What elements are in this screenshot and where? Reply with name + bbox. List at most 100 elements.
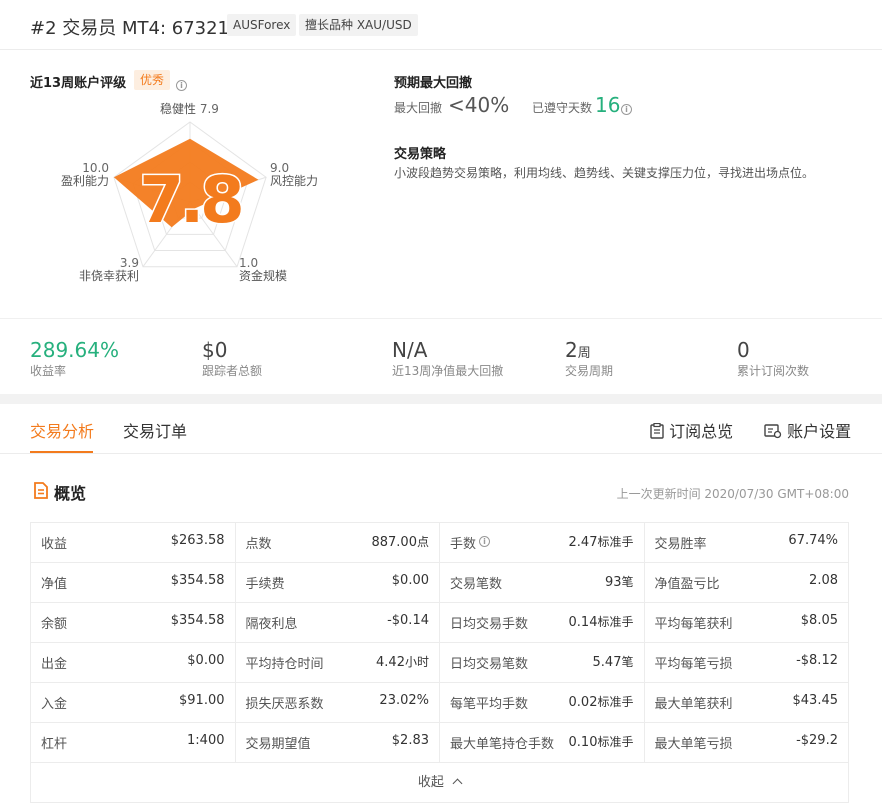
rating-info-icon[interactable]: i bbox=[176, 75, 187, 94]
metric-value: 5.47笔 bbox=[592, 655, 634, 670]
metric-label: 入金 bbox=[41, 697, 68, 712]
radar-label-profit: 10.0 盈利能力 bbox=[60, 161, 109, 188]
metric-cell: 净值盈亏比 2.08 bbox=[643, 562, 849, 603]
metric-value: 0.10标准手 bbox=[568, 735, 634, 750]
metric-cell: 日均交易笔数 5.47笔 bbox=[439, 642, 645, 683]
subscription-overview-link[interactable]: 订阅总览 bbox=[650, 418, 733, 442]
metric-label: 日均交易手数 bbox=[450, 617, 529, 632]
account-settings-link[interactable]: 账户设置 bbox=[764, 418, 851, 442]
strategy-title: 交易策略 bbox=[394, 147, 447, 162]
document-icon bbox=[34, 482, 48, 499]
metric-cell: 入金 $91.00 bbox=[30, 682, 236, 723]
metric-label: 收益 bbox=[41, 537, 68, 552]
metric-label: 平均每笔亏损 bbox=[654, 657, 733, 672]
account-settings-label: 账户设置 bbox=[787, 422, 852, 441]
rating-score: 7.8 bbox=[139, 164, 241, 238]
metric-value: 887.00点 bbox=[371, 535, 429, 550]
metric-label: 交易笔数 bbox=[450, 577, 503, 592]
stat-return: 289.64% 收益率 bbox=[30, 338, 119, 379]
metric-unit: 标准手 bbox=[597, 735, 634, 749]
metric-cell: 平均每笔获利 $8.05 bbox=[643, 602, 849, 643]
drawdown-title: 预期最大回撤 bbox=[394, 76, 473, 91]
metric-label: 隔夜利息 bbox=[245, 617, 298, 632]
metric-label: 损失厌恶系数 bbox=[245, 697, 324, 712]
metric-value: 0.14标准手 bbox=[568, 615, 634, 630]
metric-unit: 点 bbox=[416, 535, 429, 549]
stat-value: N/A bbox=[392, 338, 428, 362]
metric-value: $0.00 bbox=[391, 573, 429, 588]
stat-label: 跟踪者总额 bbox=[202, 364, 263, 378]
metric-cell: 交易胜率 67.74% bbox=[643, 522, 849, 563]
metric-cell: 交易期望值 $2.83 bbox=[234, 722, 440, 763]
metric-label: 净值 bbox=[41, 577, 68, 592]
tab-trade-analysis[interactable]: 交易分析 bbox=[30, 418, 94, 442]
metric-cell: 点数 887.00点 bbox=[234, 522, 440, 563]
metric-value: -$0.14 bbox=[387, 613, 429, 628]
metric-label: 手续费 bbox=[245, 577, 285, 592]
stat-label: 交易周期 bbox=[565, 364, 614, 378]
stat-trading-period: 2周 交易周期 bbox=[565, 338, 613, 379]
overview-title: 概览 bbox=[54, 484, 87, 503]
metric-label: 余额 bbox=[41, 617, 68, 632]
metric-cell: 最大单笔亏损 -$29.2 bbox=[643, 722, 849, 763]
metric-cell: 日均交易手数 0.14标准手 bbox=[439, 602, 645, 643]
metric-label: 手数 bbox=[450, 537, 477, 552]
metric-cell: 出金 $0.00 bbox=[30, 642, 236, 683]
days-complied-value: 16 bbox=[595, 93, 621, 117]
radar-label-risk-control: 9.0 风控能力 bbox=[270, 161, 319, 188]
metric-value: $354.58 bbox=[170, 613, 225, 628]
table-row: 净值 $354.58 手续费 $0.00 交易笔数 93笔 净值盈亏比 2.08 bbox=[30, 562, 849, 603]
stat-label: 累计订阅次数 bbox=[737, 364, 810, 378]
stat-follower-total: $0 跟踪者总额 bbox=[202, 338, 262, 379]
metric-value: 2.47标准手 bbox=[568, 535, 634, 550]
radar-label-stability: 稳健性 7.9 bbox=[160, 102, 219, 116]
metric-cell: 手数 i 2.47标准手 bbox=[439, 522, 645, 563]
trader-title: #2 交易员 MT4: 6732139 bbox=[30, 18, 252, 39]
section-divider bbox=[0, 394, 882, 404]
metric-cell: 损失厌恶系数 23.02% bbox=[234, 682, 440, 723]
metric-unit: 标准手 bbox=[597, 695, 634, 709]
stat-value: 2周 bbox=[565, 338, 591, 362]
table-row: 杠杆 1:400 交易期望值 $2.83 最大单笔持仓手数 0.10标准手 最大单笔亏损 -$… bbox=[30, 722, 849, 763]
metric-label: 平均每笔获利 bbox=[654, 617, 733, 632]
tab-trade-orders[interactable]: 交易订单 bbox=[123, 418, 187, 442]
metric-value: $91.00 bbox=[179, 693, 225, 708]
account-settings-icon bbox=[764, 424, 782, 439]
days-complied-label: 已遵守天数 bbox=[532, 101, 593, 115]
metric-value: 93笔 bbox=[604, 575, 634, 590]
metric-value: 2.08 bbox=[809, 573, 838, 588]
info-icon[interactable]: i bbox=[479, 536, 491, 547]
metric-cell: 平均持仓时间 4.42小时 bbox=[234, 642, 440, 683]
stat-equity-drawdown: N/A 近13周净值最大回撤 bbox=[392, 338, 503, 379]
metric-label: 日均交易笔数 bbox=[450, 657, 529, 672]
metric-label: 杠杆 bbox=[41, 737, 68, 752]
metric-value: 0.02标准手 bbox=[568, 695, 634, 710]
stat-label: 收益率 bbox=[30, 364, 67, 378]
radar-label-fund-size: 1.0 资金规模 bbox=[239, 256, 288, 283]
metric-unit: 笔 bbox=[621, 575, 634, 589]
clipboard-icon bbox=[650, 422, 664, 439]
metric-label: 最大单笔获利 bbox=[654, 697, 733, 712]
metric-cell: 最大单笔持仓手数 0.10标准手 bbox=[439, 722, 645, 763]
table-row: 出金 $0.00 平均持仓时间 4.42小时 日均交易笔数 5.47笔 平均每笔亏损 -$8.… bbox=[30, 642, 849, 683]
strategy-text: 小波段趋势交易策略，利用均线、趋势线、关键支撑压力位，寻找进出场点位。 bbox=[394, 166, 815, 180]
rating-radar-chart: 7.8 bbox=[113, 121, 267, 268]
metric-unit: 标准手 bbox=[597, 615, 634, 629]
metric-value: $2.83 bbox=[391, 733, 429, 748]
days-info-icon[interactable]: i bbox=[621, 99, 632, 118]
metric-unit: 标准手 bbox=[597, 535, 634, 549]
metric-label: 出金 bbox=[41, 657, 68, 672]
metric-label: 最大单笔亏损 bbox=[654, 737, 733, 752]
collapse-button[interactable]: 收起 bbox=[30, 763, 849, 803]
metric-cell: 净值 $354.58 bbox=[30, 562, 236, 603]
table-row: 余额 $354.58 隔夜利息 -$0.14 日均交易手数 0.14标准手 平均每笔获利 $8… bbox=[30, 602, 849, 643]
metric-cell: 交易笔数 93笔 bbox=[439, 562, 645, 603]
metric-value: 1:400 bbox=[187, 733, 225, 748]
metric-value: $43.45 bbox=[792, 693, 839, 708]
broker-tag: AUSForex bbox=[227, 14, 297, 36]
table-row: 收益 $263.58 点数 887.00点 手数 i 2.47标准手 交易胜率 67.74% bbox=[30, 522, 849, 563]
metric-cell: 收益 $263.58 bbox=[30, 522, 236, 563]
metric-cell: 平均每笔亏损 -$8.12 bbox=[643, 642, 849, 683]
metric-cell: 余额 $354.58 bbox=[30, 602, 236, 643]
metric-value: 23.02% bbox=[379, 693, 429, 708]
